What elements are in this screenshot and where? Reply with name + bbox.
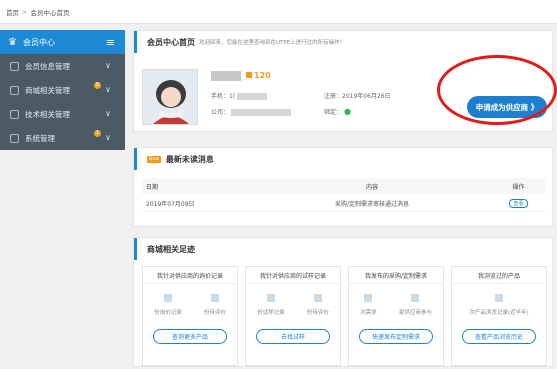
- view-message-button[interactable]: 查看: [509, 199, 528, 208]
- message-content: 采购/定制需求审核通过消息: [334, 201, 410, 208]
- stat-label: 次需求: [360, 310, 377, 316]
- message-date: 2019年07月09日: [146, 201, 195, 208]
- hamburger-menu-icon[interactable]: ≡: [106, 36, 115, 49]
- footprint-card: 商城相关足迹 我针对供应商的询价记录 份询价记录 份待评价 查询更多产品 我针对…: [133, 237, 553, 367]
- member-icon: [10, 61, 19, 71]
- system-icon: [10, 133, 19, 143]
- messages-table-header: 日期 内容 操作: [142, 178, 545, 194]
- phone-info: 手机：1(: [211, 91, 268, 100]
- rating-icon: [210, 294, 219, 302]
- phone-redacted: [237, 93, 268, 100]
- company-redacted: [230, 109, 291, 116]
- chevron-down-icon: ∨: [105, 61, 111, 70]
- highlight-circle: [437, 55, 557, 125]
- sidebar: ♛ 会员中心 ≡ 会员信息管理 ∨ 商城相关管理 0 ∨ 技术相关管理 ∨ 系统…: [0, 30, 125, 150]
- stat-box-title: 我针对供应商的询价记录: [143, 267, 237, 284]
- breadcrumb-home[interactable]: 首页: [6, 7, 19, 17]
- sidebar-item-label: 系统管理: [25, 133, 55, 143]
- sidebar-item-system[interactable]: 系统管理 1 ∨: [0, 126, 125, 150]
- page-title: 会员中心首页: [147, 37, 195, 47]
- register-label: 注册：: [324, 93, 343, 100]
- stat-box-sample: 我针对供应商的试样记录 份试样记录 份待评价 去找试样: [245, 266, 341, 366]
- avatar[interactable]: [142, 69, 198, 125]
- mall-icon: [10, 85, 19, 95]
- member-score: 120: [246, 71, 271, 80]
- stat-label: 份待评价: [203, 310, 226, 316]
- history-icon: [494, 294, 503, 302]
- sidebar-item-label: 会员信息管理: [25, 61, 70, 71]
- bind-info: 绑定： ●: [324, 107, 351, 116]
- phone-label: 手机：: [211, 93, 230, 100]
- chevron-down-icon: ∨: [105, 109, 111, 118]
- table-row: 2019年07月09日 采购/定制需求审核通过消息 查看: [142, 196, 545, 212]
- score-icon: [246, 72, 252, 78]
- company-info: 公司：: [211, 107, 291, 116]
- breadcrumb-separator: >: [22, 7, 28, 16]
- stat-label: 家供应商参与: [398, 310, 432, 316]
- column-header-content: 内容: [365, 183, 378, 191]
- stat-box-title: 我浏览过的产品: [452, 267, 546, 284]
- breadcrumb: 首页 > 会员中心首页: [0, 0, 557, 24]
- register-info: 注册：2019年06月26日: [324, 91, 391, 100]
- wechat-icon[interactable]: ●: [344, 107, 351, 116]
- profile-card-title: 会员中心首页 欢迎回来，您能在这里查询到在UTPE上进行过的所有操作！: [134, 31, 552, 53]
- stat-box-demand: 我发布的采购/定制需求 次需求 家供应商参与 快速发布定制需求: [348, 266, 444, 366]
- messages-card-title: New 最新未读消息: [134, 148, 552, 170]
- demand-icon: [364, 294, 373, 302]
- username-redacted: [211, 71, 241, 81]
- footprint-title: 商城相关足迹: [147, 244, 195, 254]
- stat-box-title: 我发布的采购/定制需求: [349, 267, 443, 284]
- sidebar-header-label: 会员中心: [22, 37, 55, 47]
- stat-label: 份待评价: [306, 310, 329, 316]
- query-more-products-button[interactable]: 查询更多产品: [153, 329, 227, 344]
- stat-label: 次产品浏览记录(近半年): [469, 310, 529, 316]
- stat-box-inquiry: 我针对供应商的询价记录 份询价记录 份待评价 查询更多产品: [142, 266, 238, 366]
- company-label: 公司：: [211, 109, 230, 116]
- sidebar-item-label: 商城相关管理: [25, 85, 70, 95]
- sidebar-badge: 1: [93, 130, 101, 137]
- find-sample-button[interactable]: 去找试样: [256, 329, 330, 344]
- bind-label: 绑定：: [324, 109, 343, 116]
- stat-label: 份询价记录: [154, 310, 182, 316]
- supplier-icon: [411, 294, 420, 302]
- chevron-down-icon: ∨: [105, 133, 111, 142]
- document-icon: [163, 294, 172, 302]
- sidebar-item-member-info[interactable]: 会员信息管理 ∨: [0, 54, 125, 78]
- welcome-text: 欢迎回来，您能在这里查询到在UTPE上进行过的所有操作！: [199, 40, 346, 46]
- rating-icon: [313, 294, 322, 302]
- new-badge: New: [147, 155, 161, 163]
- column-header-date: 日期: [146, 183, 159, 191]
- view-history-button[interactable]: 查看产品浏览历史: [462, 329, 536, 344]
- sidebar-header[interactable]: ♛ 会员中心 ≡: [0, 30, 125, 54]
- breadcrumb-current: 会员中心首页: [30, 8, 70, 17]
- sidebar-badge: 0: [93, 82, 101, 89]
- tech-icon: [10, 109, 19, 119]
- stat-label: 份试样记录: [257, 310, 285, 316]
- messages-card: New 最新未读消息 日期 内容 操作 2019年07月09日 采购/定制需求审…: [133, 147, 553, 227]
- column-header-op: 操作: [512, 183, 525, 191]
- chevron-down-icon: ∨: [105, 85, 111, 94]
- footprint-card-title: 商城相关足迹: [134, 238, 552, 260]
- document-icon: [266, 294, 275, 302]
- publish-demand-button[interactable]: 快速发布定制需求: [359, 329, 433, 344]
- messages-title: 最新未读消息: [165, 154, 214, 164]
- stat-box-title: 我针对供应商的试样记录: [246, 267, 340, 284]
- sidebar-item-label: 技术相关管理: [25, 109, 70, 119]
- score-value: 120: [254, 71, 271, 80]
- sidebar-item-mall[interactable]: 商城相关管理 0 ∨: [0, 78, 125, 102]
- sidebar-item-tech[interactable]: 技术相关管理 ∨: [0, 102, 125, 126]
- register-date: 2019年06月26日: [342, 93, 391, 100]
- phone-value: 1(: [229, 93, 236, 100]
- crown-icon: ♛: [8, 36, 17, 48]
- stat-box-browse: 我浏览过的产品 次产品浏览记录(近半年) 查看产品浏览历史: [451, 266, 547, 366]
